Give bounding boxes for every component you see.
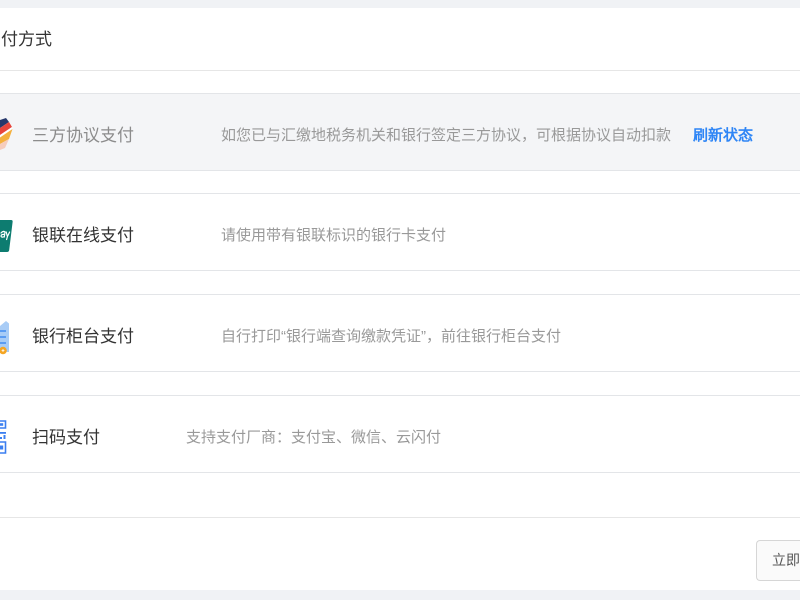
payment-option-agreement[interactable]: 三方协议支付 如您已与汇缴地税务机关和银行签定三方协议，可根据协议自动扣款 刷新…	[0, 93, 800, 171]
payment-option-unionpay[interactable]: 银联在线支付 请使用带有银联标识的银行卡支付	[0, 193, 800, 271]
payment-option-qr-scan[interactable]: 扫码支付 支持支付厂商：支付宝、微信、云闪付	[0, 395, 800, 473]
bank-counter-icon	[0, 319, 14, 355]
payment-method-panel: 付方式 三方协议支付 如您已与汇缴地税务机关和银行签定三方协议，可根据协议自动扣…	[0, 8, 800, 590]
unionpay-icon	[0, 218, 14, 254]
payment-option-description: 支持支付厂商：支付宝、微信、云闪付	[186, 429, 442, 446]
payment-page: 付方式 三方协议支付 如您已与汇缴地税务机关和银行签定三方协议，可根据协议自动扣…	[0, 0, 800, 600]
payment-option-label: 扫码支付	[32, 428, 100, 447]
payment-option-description: 请使用带有银联标识的银行卡支付	[221, 227, 447, 244]
refresh-status-link[interactable]: 刷新状态	[693, 126, 753, 146]
qr-code-icon	[0, 420, 14, 456]
payment-option-label: 银行柜台支付	[32, 327, 134, 346]
payment-option-description: 如您已与汇缴地税务机关和银行签定三方协议，可根据协议自动扣款	[221, 127, 672, 144]
payment-option-description: 自行打印“银行端查询缴款凭证”，前往银行柜台支付	[221, 328, 561, 345]
footer-divider	[0, 517, 800, 518]
header-divider	[0, 70, 800, 71]
payment-option-bank-counter[interactable]: 银行柜台支付 自行打印“银行端查询缴款凭证”，前往银行柜台支付	[0, 294, 800, 372]
payment-option-label: 三方协议支付	[32, 126, 134, 145]
payment-option-label: 银联在线支付	[32, 226, 134, 245]
submit-payment-button[interactable]: 立即	[756, 540, 800, 581]
agreement-card-icon	[0, 118, 14, 154]
page-title: 付方式	[1, 30, 52, 49]
